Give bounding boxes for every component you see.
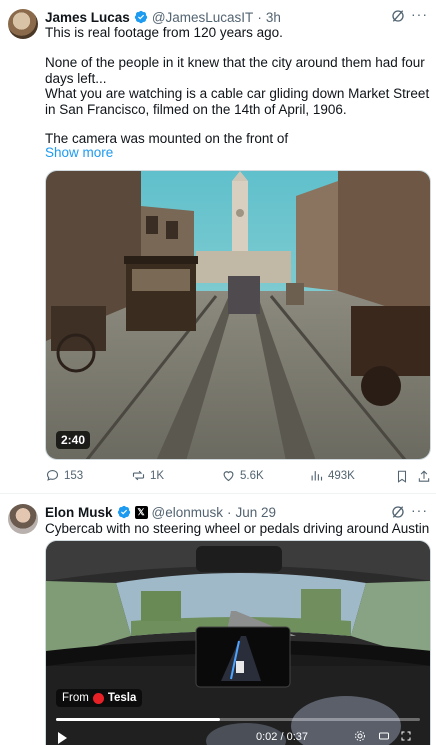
timestamp[interactable]: Jun 29 (236, 505, 277, 520)
tweet-text: Cybercab with no steering wheel or pedal… (45, 521, 430, 536)
reply-count: 153 (64, 469, 84, 482)
video-time-readout: 0:02 / 0:37 (256, 731, 308, 743)
author-handle[interactable]: @elonmusk (152, 505, 223, 520)
tweet-james-lucas[interactable]: James Lucas @JamesLucasIT · 3h ··· This … (0, 0, 436, 494)
views-chart-icon (311, 471, 323, 481)
tweet-header: James Lucas @JamesLucasIT · 3h (45, 8, 281, 26)
repost-count: 1K (150, 469, 165, 482)
show-more-link[interactable]: Show more (45, 145, 113, 160)
separator-dot: · (227, 504, 232, 520)
from-label: From (62, 692, 89, 704)
author-name[interactable]: Elon Musk (45, 505, 113, 520)
video-player[interactable]: From Tesla 0:02 / 0:37 (45, 540, 431, 745)
like-button[interactable]: 5.6K (221, 468, 264, 483)
avatar[interactable] (8, 504, 38, 534)
video-progress-fill (56, 718, 220, 721)
tweet-elon-musk[interactable]: Elon Musk 𝕏 @elonmusk · Jun 29 ··· Cyber… (0, 494, 436, 745)
grok-icon[interactable] (390, 8, 406, 24)
settings-gear-icon[interactable] (354, 730, 366, 742)
more-options-icon[interactable]: ··· (411, 6, 428, 22)
tweet-text-line-2: None of the people in it knew that the c… (45, 55, 425, 86)
video-duration-badge: 2:40 (56, 431, 91, 449)
play-icon[interactable] (58, 732, 67, 744)
tweet-actions: 153 1K 5.6K 493K (45, 468, 431, 486)
bookmark-icon[interactable] (395, 469, 409, 484)
tesla-logo-icon (92, 692, 104, 704)
reply-button[interactable]: 153 (45, 468, 83, 483)
video-controls: 0:02 / 0:37 (56, 729, 420, 745)
timestamp[interactable]: 3h (266, 10, 281, 25)
share-icon[interactable] (417, 469, 431, 484)
reply-icon (46, 469, 59, 481)
grok-icon[interactable] (390, 504, 406, 520)
more-options-icon[interactable]: ··· (411, 502, 428, 518)
tweet-header: Elon Musk 𝕏 @elonmusk · Jun 29 (45, 503, 276, 521)
fullscreen-icon[interactable] (400, 730, 412, 742)
tweet-text-paragraph-3: What you are watching is a cable car gli… (45, 86, 430, 117)
video-player[interactable]: 2:40 (45, 170, 431, 460)
author-handle[interactable]: @JamesLucasIT (152, 10, 254, 25)
video-frame-cybercab-interior (46, 541, 430, 745)
repost-icon (132, 470, 145, 481)
captions-icon[interactable] (378, 730, 390, 742)
like-count: 5.6K (240, 469, 264, 482)
x-affiliate-icon: 𝕏 (134, 505, 148, 519)
video-progress-bar[interactable] (56, 718, 420, 721)
separator-dot: · (257, 9, 262, 25)
video-frame-market-street (46, 171, 430, 459)
source-attribution-badge[interactable]: From Tesla (56, 689, 143, 707)
repost-button[interactable]: 1K (131, 468, 164, 483)
source-name: Tesla (107, 692, 137, 704)
author-name[interactable]: James Lucas (45, 10, 130, 25)
tweet-text-line-1: This is real footage from 120 years ago. (45, 25, 283, 40)
heart-icon (223, 471, 234, 482)
views-count: 493K (328, 469, 355, 482)
verified-badge-icon (134, 10, 147, 24)
verified-badge-icon (117, 505, 130, 519)
views-button[interactable]: 493K (309, 468, 355, 483)
avatar[interactable] (8, 9, 38, 39)
